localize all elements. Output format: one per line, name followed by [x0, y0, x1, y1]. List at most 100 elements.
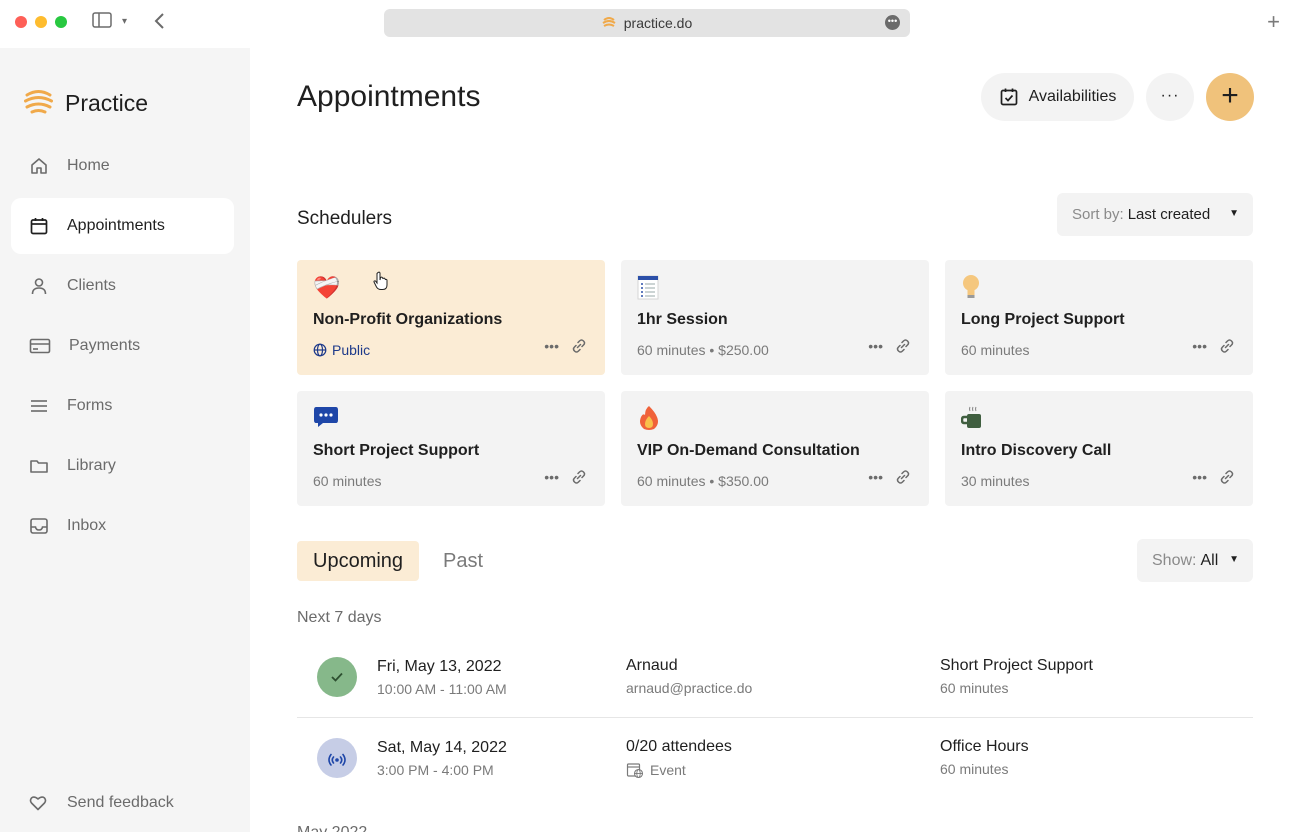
appointment-row[interactable]: Sat, May 14, 2022 3:00 PM - 4:00 PM 0/20…	[297, 719, 1253, 799]
sidebar-item-label: Inbox	[67, 517, 107, 534]
scheduler-card[interactable]: Short Project Support 60 minutes •••	[297, 391, 605, 506]
card-actions: •••	[1192, 338, 1235, 354]
appointment-attendees: 0/20 attendees	[626, 738, 732, 755]
heart-icon	[29, 796, 47, 811]
brand[interactable]: Practice	[24, 88, 148, 119]
sidebar-item-payments[interactable]: Payments	[11, 318, 234, 374]
calendar-icon	[30, 218, 48, 235]
scheduler-card[interactable]: Intro Discovery Call 30 minutes •••	[945, 391, 1253, 506]
browser-chrome: ▾ practice.do ••• +	[0, 0, 1292, 48]
scheduler-card[interactable]: ❤️‍🩹 Non-Profit Organizations Public •••	[297, 260, 605, 375]
sidebar-item-forms[interactable]: Forms	[11, 378, 234, 434]
sidebar: Practice Home Appointments Clients Payme…	[0, 48, 250, 832]
card-actions: •••	[1192, 469, 1235, 485]
appointment-client: Arnaud	[626, 657, 678, 674]
appointment-date: Fri, May 13, 2022	[377, 658, 502, 675]
add-button[interactable]: +	[1206, 73, 1254, 121]
scheduler-card[interactable]: VIP On-Demand Consultation 60 minutes • …	[621, 391, 929, 506]
person-icon	[31, 278, 47, 295]
chevron-down-icon[interactable]: ▾	[122, 12, 127, 32]
group-label: Next 7 days	[297, 609, 382, 626]
mending-heart-icon: ❤️‍🩹	[313, 275, 341, 300]
appointment-date: Sat, May 14, 2022	[377, 739, 507, 756]
show-filter-dropdown[interactable]: Show: All ▼	[1137, 539, 1253, 582]
practice-logo-icon	[24, 88, 53, 119]
list-icon	[31, 400, 47, 412]
speech-bubble-icon	[313, 405, 341, 433]
availabilities-button[interactable]: Availabilities	[981, 73, 1134, 121]
caret-down-icon: ▼	[1229, 208, 1239, 219]
sidebar-item-clients[interactable]: Clients	[11, 258, 234, 314]
sidebar-item-appointments[interactable]: Appointments	[11, 198, 234, 254]
page-options-icon[interactable]: •••	[885, 15, 900, 30]
link-icon[interactable]	[1219, 338, 1235, 354]
appointment-row[interactable]: Fri, May 13, 2022 10:00 AM - 11:00 AM Ar…	[297, 638, 1253, 718]
scheduler-meta: 30 minutes	[961, 473, 1030, 489]
appointment-duration: 60 minutes	[940, 680, 1009, 696]
appointment-type: Office Hours	[940, 738, 1029, 755]
calendar-check-icon	[1000, 88, 1017, 106]
inbox-icon	[30, 518, 48, 534]
scheduler-card[interactable]: 1hr Session 60 minutes • $250.00 •••	[621, 260, 929, 375]
scheduler-meta: 60 minutes	[961, 342, 1030, 358]
close-window-button[interactable]	[15, 16, 27, 28]
site-favicon-icon	[602, 15, 616, 31]
scheduler-visibility: Public	[332, 342, 371, 358]
maximize-window-button[interactable]	[55, 16, 67, 28]
scheduler-title: 1hr Session	[637, 311, 728, 328]
more-options-button[interactable]: ···	[1146, 73, 1194, 121]
address-bar[interactable]: practice.do •••	[384, 9, 910, 37]
sidebar-item-library[interactable]: Library	[11, 438, 234, 494]
scheduler-title: Short Project Support	[313, 442, 480, 459]
scheduler-meta: 60 minutes • $250.00	[637, 342, 769, 358]
calendar-globe-icon	[626, 763, 644, 779]
back-icon[interactable]	[153, 12, 165, 36]
scheduler-meta: 60 minutes • $350.00	[637, 473, 769, 489]
sidebar-item-inbox[interactable]: Inbox	[11, 498, 234, 554]
sidebar-item-home[interactable]: Home	[11, 138, 234, 194]
tab-past[interactable]: Past	[427, 541, 499, 581]
card-actions: •••	[868, 338, 911, 354]
tab-upcoming[interactable]: Upcoming	[297, 541, 420, 581]
link-icon[interactable]	[571, 469, 587, 485]
link-icon[interactable]	[895, 469, 911, 485]
credit-card-icon	[29, 338, 51, 354]
show-prefix: Show:	[1152, 551, 1197, 569]
scheduler-meta: 60 minutes	[313, 473, 382, 489]
send-feedback-button[interactable]: Send feedback	[29, 794, 174, 812]
card-more-icon[interactable]: •••	[868, 338, 883, 354]
sidebar-item-label: Forms	[67, 397, 113, 414]
sidebar-toggle-icon[interactable]	[92, 12, 112, 34]
sort-value: Last created	[1127, 206, 1211, 223]
card-more-icon[interactable]: •••	[868, 469, 883, 485]
main-content: Appointments Availabilities ··· + Schedu…	[250, 48, 1292, 832]
card-more-icon[interactable]: •••	[1192, 338, 1207, 354]
schedulers-title: Schedulers	[297, 208, 393, 229]
caret-down-icon: ▼	[1229, 554, 1239, 565]
hand-cursor-icon	[373, 271, 389, 296]
card-more-icon[interactable]: •••	[1192, 469, 1207, 485]
card-actions: •••	[544, 469, 587, 485]
sidebar-item-label: Appointments	[67, 217, 165, 234]
link-icon[interactable]	[1219, 469, 1235, 485]
sort-dropdown[interactable]: Sort by: Last created ▼	[1057, 193, 1253, 236]
appointment-type: Short Project Support	[940, 657, 1093, 674]
scheduler-meta: Public	[313, 342, 370, 358]
new-tab-icon[interactable]: +	[1267, 10, 1280, 34]
link-icon[interactable]	[571, 338, 587, 354]
card-more-icon[interactable]: •••	[544, 469, 559, 485]
minimize-window-button[interactable]	[35, 16, 47, 28]
appointment-kind-label: Event	[650, 762, 686, 778]
card-actions: •••	[868, 469, 911, 485]
home-icon	[31, 158, 47, 174]
card-more-icon[interactable]: •••	[544, 338, 559, 354]
sidebar-item-label: Library	[67, 457, 116, 474]
scheduler-title: Long Project Support	[961, 311, 1125, 328]
page-title: Appointments	[297, 80, 481, 113]
broadcast-status-icon	[317, 738, 357, 778]
link-icon[interactable]	[895, 338, 911, 354]
folder-icon	[30, 460, 48, 473]
availabilities-label: Availabilities	[1028, 88, 1117, 105]
send-feedback-label: Send feedback	[67, 794, 174, 811]
scheduler-card[interactable]: Long Project Support 60 minutes •••	[945, 260, 1253, 375]
